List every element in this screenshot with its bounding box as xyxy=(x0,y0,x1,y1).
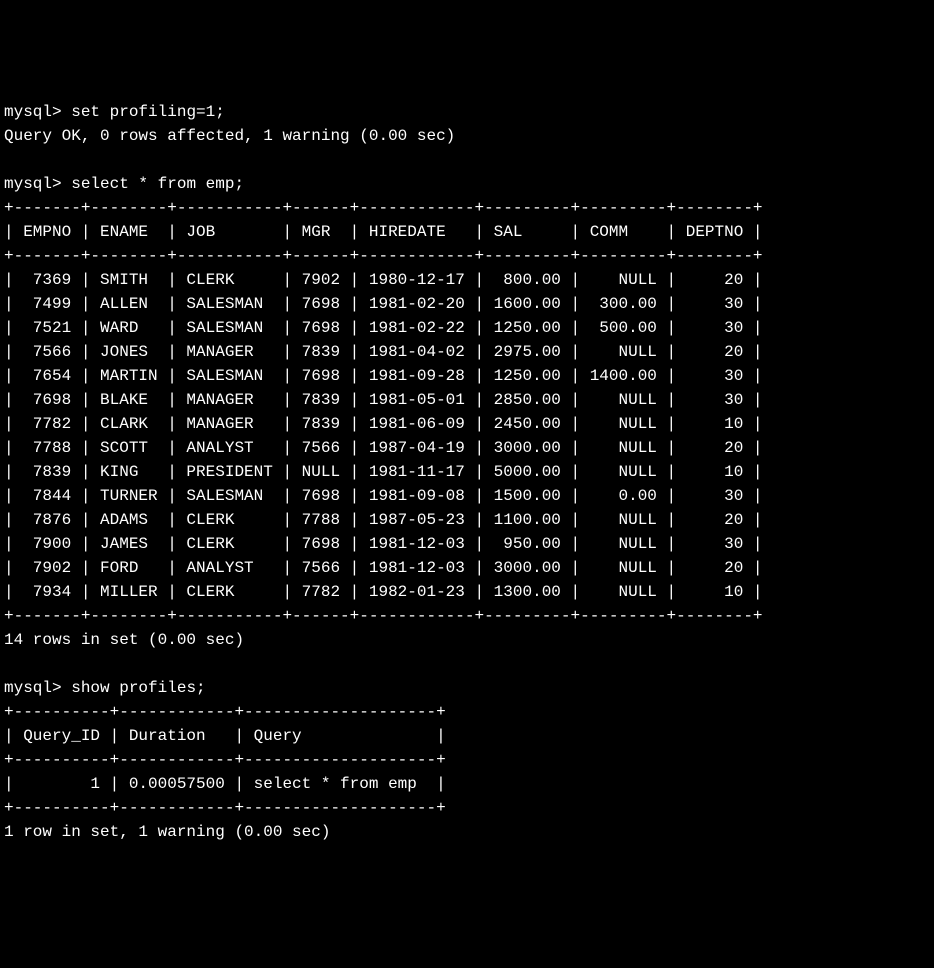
command-set-profiling: set profiling=1; xyxy=(71,103,225,121)
table-border: +-------+--------+-----------+------+---… xyxy=(4,199,763,217)
table-row: | 7654 | MARTIN | SALESMAN | 7698 | 1981… xyxy=(4,367,763,385)
table-row: | 7844 | TURNER | SALESMAN | 7698 | 1981… xyxy=(4,487,763,505)
mysql-prompt: mysql> xyxy=(4,175,62,193)
table-border: +----------+------------+---------------… xyxy=(4,799,446,817)
table-row: | 7698 | BLAKE | MANAGER | 7839 | 1981-0… xyxy=(4,391,763,409)
table-header-row: | Query_ID | Duration | Query | xyxy=(4,727,446,745)
table-row: | 7839 | KING | PRESIDENT | NULL | 1981-… xyxy=(4,463,763,481)
table-border: +----------+------------+---------------… xyxy=(4,751,446,769)
table-row: | 7900 | JAMES | CLERK | 7698 | 1981-12-… xyxy=(4,535,763,553)
table-row: | 7369 | SMITH | CLERK | 7902 | 1980-12-… xyxy=(4,271,763,289)
table-row: | 7499 | ALLEN | SALESMAN | 7698 | 1981-… xyxy=(4,295,763,313)
command-select-emp: select * from emp; xyxy=(71,175,244,193)
table-row: | 7902 | FORD | ANALYST | 7566 | 1981-12… xyxy=(4,559,763,577)
table-border: +-------+--------+-----------+------+---… xyxy=(4,607,763,625)
mysql-prompt: mysql> xyxy=(4,679,62,697)
terminal-output: mysql> set profiling=1; Query OK, 0 rows… xyxy=(4,100,930,844)
command-show-profiles: show profiles; xyxy=(71,679,205,697)
table-row: | 7566 | JONES | MANAGER | 7839 | 1981-0… xyxy=(4,343,763,361)
table-row: | 7934 | MILLER | CLERK | 7782 | 1982-01… xyxy=(4,583,763,601)
table-border: +-------+--------+-----------+------+---… xyxy=(4,247,763,265)
query-result-1: Query OK, 0 rows affected, 1 warning (0.… xyxy=(4,127,455,145)
table-row: | 7521 | WARD | SALESMAN | 7698 | 1981-0… xyxy=(4,319,763,337)
table-row: | 1 | 0.00057500 | select * from emp | xyxy=(4,775,446,793)
rows-summary: 14 rows in set (0.00 sec) xyxy=(4,631,244,649)
table-row: | 7876 | ADAMS | CLERK | 7788 | 1987-05-… xyxy=(4,511,763,529)
mysql-prompt: mysql> xyxy=(4,103,62,121)
rows-summary: 1 row in set, 1 warning (0.00 sec) xyxy=(4,823,330,841)
table-header-row: | EMPNO | ENAME | JOB | MGR | HIREDATE |… xyxy=(4,223,763,241)
table-row: | 7782 | CLARK | MANAGER | 7839 | 1981-0… xyxy=(4,415,763,433)
table-border: +----------+------------+---------------… xyxy=(4,703,446,721)
table-row: | 7788 | SCOTT | ANALYST | 7566 | 1987-0… xyxy=(4,439,763,457)
